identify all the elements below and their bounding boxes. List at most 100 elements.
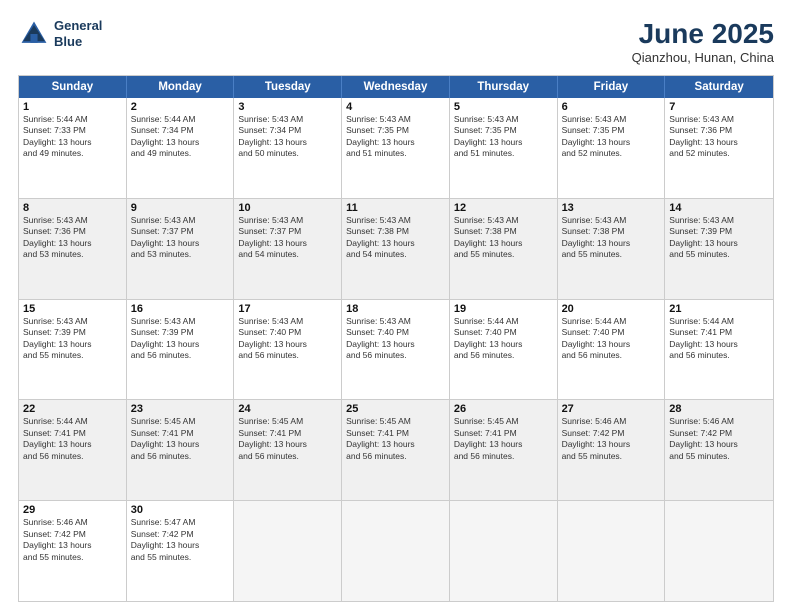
day-info: Sunrise: 5:43 AM Sunset: 7:39 PM Dayligh… <box>669 215 769 261</box>
day-info: Sunrise: 5:43 AM Sunset: 7:37 PM Dayligh… <box>238 215 337 261</box>
calendar-day-2: 2Sunrise: 5:44 AM Sunset: 7:34 PM Daylig… <box>127 98 235 198</box>
day-number: 29 <box>23 504 122 516</box>
day-info: Sunrise: 5:43 AM Sunset: 7:40 PM Dayligh… <box>346 316 445 362</box>
day-number: 23 <box>131 403 230 415</box>
day-info: Sunrise: 5:43 AM Sunset: 7:39 PM Dayligh… <box>131 316 230 362</box>
day-number: 6 <box>562 101 661 113</box>
day-info: Sunrise: 5:43 AM Sunset: 7:39 PM Dayligh… <box>23 316 122 362</box>
day-info: Sunrise: 5:45 AM Sunset: 7:41 PM Dayligh… <box>454 416 553 462</box>
calendar-empty <box>234 501 342 601</box>
day-number: 17 <box>238 303 337 315</box>
day-number: 10 <box>238 202 337 214</box>
logo-line1: General <box>54 18 102 33</box>
day-number: 26 <box>454 403 553 415</box>
logo-icon <box>18 18 50 50</box>
day-number: 20 <box>562 303 661 315</box>
calendar-day-17: 17Sunrise: 5:43 AM Sunset: 7:40 PM Dayli… <box>234 300 342 400</box>
calendar-header: SundayMondayTuesdayWednesdayThursdayFrid… <box>19 76 773 98</box>
header: General Blue June 2025 Qianzhou, Hunan, … <box>18 18 774 65</box>
calendar-day-21: 21Sunrise: 5:44 AM Sunset: 7:41 PM Dayli… <box>665 300 773 400</box>
calendar-day-26: 26Sunrise: 5:45 AM Sunset: 7:41 PM Dayli… <box>450 400 558 500</box>
calendar-day-8: 8Sunrise: 5:43 AM Sunset: 7:36 PM Daylig… <box>19 199 127 299</box>
day-number: 25 <box>346 403 445 415</box>
day-info: Sunrise: 5:44 AM Sunset: 7:41 PM Dayligh… <box>23 416 122 462</box>
calendar-day-22: 22Sunrise: 5:44 AM Sunset: 7:41 PM Dayli… <box>19 400 127 500</box>
day-number: 18 <box>346 303 445 315</box>
page: General Blue June 2025 Qianzhou, Hunan, … <box>0 0 792 612</box>
calendar-day-7: 7Sunrise: 5:43 AM Sunset: 7:36 PM Daylig… <box>665 98 773 198</box>
calendar-body: 1Sunrise: 5:44 AM Sunset: 7:33 PM Daylig… <box>19 98 773 601</box>
day-number: 21 <box>669 303 769 315</box>
day-number: 8 <box>23 202 122 214</box>
calendar-week-0: 1Sunrise: 5:44 AM Sunset: 7:33 PM Daylig… <box>19 98 773 198</box>
day-info: Sunrise: 5:46 AM Sunset: 7:42 PM Dayligh… <box>23 517 122 563</box>
day-info: Sunrise: 5:43 AM Sunset: 7:36 PM Dayligh… <box>669 114 769 160</box>
day-info: Sunrise: 5:43 AM Sunset: 7:35 PM Dayligh… <box>454 114 553 160</box>
calendar-day-28: 28Sunrise: 5:46 AM Sunset: 7:42 PM Dayli… <box>665 400 773 500</box>
calendar-day-10: 10Sunrise: 5:43 AM Sunset: 7:37 PM Dayli… <box>234 199 342 299</box>
calendar-day-30: 30Sunrise: 5:47 AM Sunset: 7:42 PM Dayli… <box>127 501 235 601</box>
day-info: Sunrise: 5:43 AM Sunset: 7:35 PM Dayligh… <box>346 114 445 160</box>
calendar-day-27: 27Sunrise: 5:46 AM Sunset: 7:42 PM Dayli… <box>558 400 666 500</box>
header-day-sunday: Sunday <box>19 76 127 98</box>
title-block: June 2025 Qianzhou, Hunan, China <box>632 18 774 65</box>
calendar-week-3: 22Sunrise: 5:44 AM Sunset: 7:41 PM Dayli… <box>19 399 773 500</box>
day-info: Sunrise: 5:46 AM Sunset: 7:42 PM Dayligh… <box>669 416 769 462</box>
day-number: 12 <box>454 202 553 214</box>
day-info: Sunrise: 5:43 AM Sunset: 7:37 PM Dayligh… <box>131 215 230 261</box>
calendar-empty <box>665 501 773 601</box>
day-info: Sunrise: 5:44 AM Sunset: 7:41 PM Dayligh… <box>669 316 769 362</box>
location-title: Qianzhou, Hunan, China <box>632 50 774 65</box>
calendar-day-24: 24Sunrise: 5:45 AM Sunset: 7:41 PM Dayli… <box>234 400 342 500</box>
day-info: Sunrise: 5:44 AM Sunset: 7:33 PM Dayligh… <box>23 114 122 160</box>
day-number: 7 <box>669 101 769 113</box>
month-title: June 2025 <box>632 18 774 50</box>
logo: General Blue <box>18 18 102 50</box>
header-day-wednesday: Wednesday <box>342 76 450 98</box>
day-info: Sunrise: 5:46 AM Sunset: 7:42 PM Dayligh… <box>562 416 661 462</box>
day-number: 28 <box>669 403 769 415</box>
calendar-day-6: 6Sunrise: 5:43 AM Sunset: 7:35 PM Daylig… <box>558 98 666 198</box>
day-info: Sunrise: 5:44 AM Sunset: 7:34 PM Dayligh… <box>131 114 230 160</box>
day-number: 3 <box>238 101 337 113</box>
calendar-day-18: 18Sunrise: 5:43 AM Sunset: 7:40 PM Dayli… <box>342 300 450 400</box>
logo-text: General Blue <box>54 18 102 49</box>
calendar-day-11: 11Sunrise: 5:43 AM Sunset: 7:38 PM Dayli… <box>342 199 450 299</box>
header-day-saturday: Saturday <box>665 76 773 98</box>
day-number: 2 <box>131 101 230 113</box>
day-number: 15 <box>23 303 122 315</box>
day-number: 24 <box>238 403 337 415</box>
day-info: Sunrise: 5:43 AM Sunset: 7:38 PM Dayligh… <box>562 215 661 261</box>
day-info: Sunrise: 5:43 AM Sunset: 7:34 PM Dayligh… <box>238 114 337 160</box>
header-day-tuesday: Tuesday <box>234 76 342 98</box>
day-info: Sunrise: 5:45 AM Sunset: 7:41 PM Dayligh… <box>131 416 230 462</box>
day-number: 30 <box>131 504 230 516</box>
day-info: Sunrise: 5:47 AM Sunset: 7:42 PM Dayligh… <box>131 517 230 563</box>
day-number: 27 <box>562 403 661 415</box>
day-number: 11 <box>346 202 445 214</box>
day-number: 4 <box>346 101 445 113</box>
day-info: Sunrise: 5:43 AM Sunset: 7:40 PM Dayligh… <box>238 316 337 362</box>
calendar-day-23: 23Sunrise: 5:45 AM Sunset: 7:41 PM Dayli… <box>127 400 235 500</box>
calendar-day-29: 29Sunrise: 5:46 AM Sunset: 7:42 PM Dayli… <box>19 501 127 601</box>
day-info: Sunrise: 5:44 AM Sunset: 7:40 PM Dayligh… <box>454 316 553 362</box>
day-number: 16 <box>131 303 230 315</box>
logo-line2: Blue <box>54 34 82 49</box>
day-number: 14 <box>669 202 769 214</box>
calendar-day-19: 19Sunrise: 5:44 AM Sunset: 7:40 PM Dayli… <box>450 300 558 400</box>
day-info: Sunrise: 5:44 AM Sunset: 7:40 PM Dayligh… <box>562 316 661 362</box>
calendar-week-1: 8Sunrise: 5:43 AM Sunset: 7:36 PM Daylig… <box>19 198 773 299</box>
day-number: 22 <box>23 403 122 415</box>
calendar-empty <box>558 501 666 601</box>
calendar-empty <box>342 501 450 601</box>
day-number: 13 <box>562 202 661 214</box>
calendar-day-9: 9Sunrise: 5:43 AM Sunset: 7:37 PM Daylig… <box>127 199 235 299</box>
calendar-day-5: 5Sunrise: 5:43 AM Sunset: 7:35 PM Daylig… <box>450 98 558 198</box>
day-info: Sunrise: 5:43 AM Sunset: 7:36 PM Dayligh… <box>23 215 122 261</box>
header-day-friday: Friday <box>558 76 666 98</box>
day-info: Sunrise: 5:45 AM Sunset: 7:41 PM Dayligh… <box>346 416 445 462</box>
day-info: Sunrise: 5:45 AM Sunset: 7:41 PM Dayligh… <box>238 416 337 462</box>
calendar-day-14: 14Sunrise: 5:43 AM Sunset: 7:39 PM Dayli… <box>665 199 773 299</box>
header-day-monday: Monday <box>127 76 235 98</box>
calendar-day-3: 3Sunrise: 5:43 AM Sunset: 7:34 PM Daylig… <box>234 98 342 198</box>
